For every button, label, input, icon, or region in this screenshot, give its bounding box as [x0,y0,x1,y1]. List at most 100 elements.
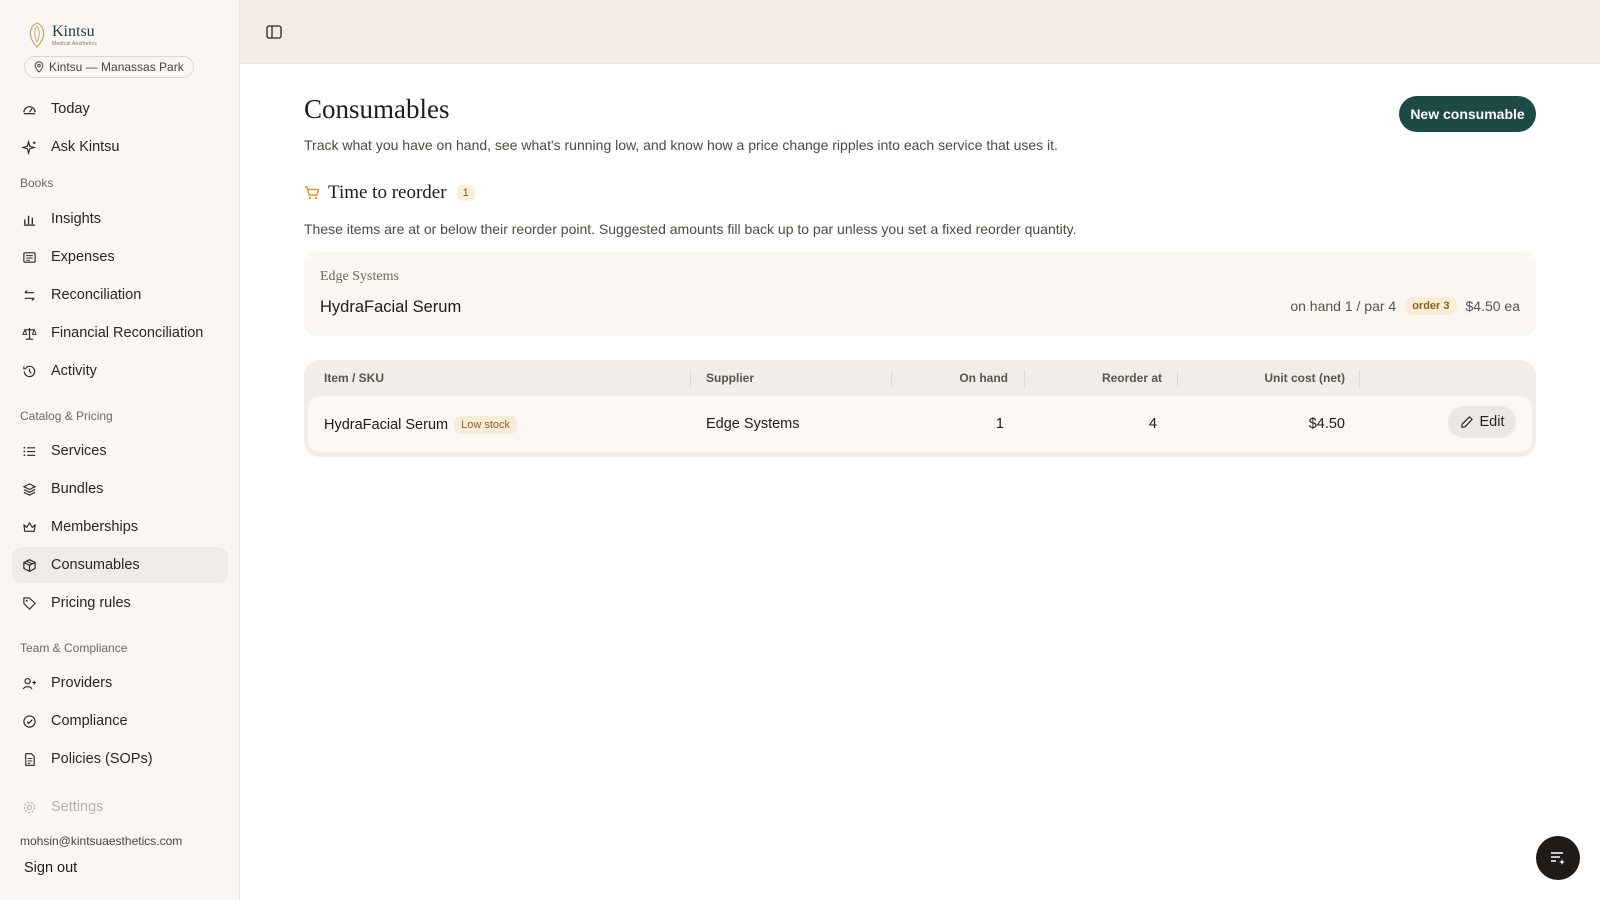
arrows-icon [24,289,35,301]
sidebar-item-label: Financial Reconciliation [51,325,204,341]
brand-name: Kintsu [52,22,95,40]
row-on-hand: 1 [995,416,1004,432]
reorder-card-item: HydraFacial Serum [320,298,462,316]
document-icon [25,752,35,766]
sidebar-item-pricing-rules[interactable]: Pricing rules [12,585,228,621]
sidebar-toggle-button[interactable] [264,22,284,42]
sidebar-item-label: Insights [51,211,101,227]
sparkle-icon [22,139,37,155]
column-header-reorder-at: Reorder at [1101,371,1162,385]
column-header-item: Item / SKU [324,371,385,385]
sidebar-item-today[interactable]: Today [12,91,228,127]
column-divider [891,370,892,388]
sidebar-item-reconciliation[interactable]: Reconciliation [12,277,228,313]
sidebar-item-consumables[interactable]: Consumables [12,547,228,583]
order-quantity-badge: order 3 [1405,297,1457,315]
assistant-fab-button[interactable] [1536,836,1580,880]
bar-chart-icon [23,215,36,226]
row-item-name: HydraFacial Serum [324,417,449,433]
sidebar: Kintsu Medical Aesthetics Kintsu — Manas… [0,0,240,900]
reorder-title: Time to reorder [328,182,447,203]
sidebar-item-label: Compliance [51,713,128,729]
sidebar-item-services[interactable]: Services [12,433,228,469]
sidebar-item-compliance[interactable]: Compliance [12,703,228,739]
sidebar-item-label: Providers [51,675,113,691]
sidebar-item-bundles[interactable]: Bundles [12,471,228,507]
column-header-supplier: Supplier [706,371,755,385]
table-row[interactable]: HydraFacial Serum Low stock Edge Systems … [308,396,1532,452]
sidebar-item-ask-kintsu[interactable]: Ask Kintsu [12,129,228,165]
reorder-description: These items are at or below their reorde… [304,221,1077,237]
brand-logo[interactable]: Kintsu Medical Aesthetics [26,20,97,50]
sidebar-item-label: Policies (SOPs) [51,751,153,767]
crown-icon [23,521,36,532]
sign-out-link[interactable]: Sign out [24,860,77,876]
sidebar-item-label: Reconciliation [51,287,142,303]
tag-icon [23,596,36,610]
location-label: Kintsu — Manassas Park [49,60,184,74]
pencil-icon [1460,416,1473,428]
low-stock-badge: Low stock [454,416,518,434]
row-item-cell: HydraFacial Serum Low stock [324,416,518,434]
sidebar-item-label: Expenses [51,249,115,265]
gear-icon [23,801,36,813]
scale-icon [22,327,37,340]
sidebar-item-activity[interactable]: Activity [12,353,228,389]
reorder-count-badge: 1 [456,185,475,201]
row-unit-cost: $4.50 [1308,416,1345,432]
sidebar-item-expenses[interactable]: Expenses [12,239,228,275]
list-icon [23,446,36,456]
column-divider [1359,370,1360,388]
reorder-card[interactable]: Edge Systems HydraFacial Serum on hand 1… [304,252,1536,336]
reorder-card-stock-info: on hand 1 / par 4 order 3 $4.50 ea [1290,297,1520,315]
consumables-table: Item / SKU Supplier On hand Reorder at U… [304,360,1536,457]
sidebar-item-label: Memberships [51,519,139,535]
new-consumable-button[interactable]: New consumable [1399,96,1536,132]
sidebar-item-insights[interactable]: Insights [12,201,228,237]
receipt-icon [23,251,36,263]
edit-button-label: Edit [1479,414,1505,430]
column-header-unit-cost: Unit cost (net) [1264,371,1345,385]
sidebar-item-label: Pricing rules [51,595,131,611]
reorder-card-supplier: Edge Systems [320,269,399,284]
sidebar-item-policies[interactable]: Policies (SOPs) [12,741,228,777]
sidebar-item-label: Bundles [51,481,104,497]
nav-section-books: Books [20,176,54,190]
sidebar-item-providers[interactable]: Providers [12,665,228,701]
brand-tagline: Medical Aesthetics [52,40,98,47]
map-pin-icon [34,61,44,73]
nav-section-team: Team & Compliance [20,641,128,655]
box-icon [23,558,36,572]
edit-button[interactable]: Edit [1448,406,1516,438]
sidebar-item-settings[interactable]: Settings [12,789,228,825]
sidebar-item-label: Today [51,101,90,117]
sidebar-item-label: Consumables [51,557,140,573]
row-reorder-at: 4 [1148,416,1157,432]
sidebar-item-memberships[interactable]: Memberships [12,509,228,545]
cart-icon [305,186,320,200]
sidebar-item-label: Services [51,443,107,459]
user-plus-icon [22,677,37,689]
reorder-card-unit-price: $4.50 ea [1465,298,1521,314]
sliders-sparkle-icon [1551,852,1565,865]
page-title: Consumables [304,94,450,124]
history-icon [23,365,36,377]
layers-icon [22,482,37,496]
sidebar-item-label: Ask Kintsu [51,139,120,155]
nav-section-catalog: Catalog & Pricing [20,409,113,423]
location-selector[interactable]: Kintsu — Manassas Park [24,56,194,78]
gauge-icon [23,105,36,114]
sidebar-toggle-icon [266,25,282,39]
reorder-header: Time to reorder 1 [304,182,475,204]
user-email: mohsin@kintsuaesthetics.com [20,834,183,848]
page-subtitle: Track what you have on hand, see what's … [304,137,1058,153]
column-divider [690,370,691,388]
row-supplier: Edge Systems [706,416,800,432]
column-header-on-hand: On hand [959,371,1008,385]
check-circle-icon [23,714,36,728]
sidebar-item-financial-reconciliation[interactable]: Financial Reconciliation [12,315,228,351]
column-divider [1177,370,1178,388]
top-bar [240,0,1600,64]
kintsu-logo-icon [29,22,45,48]
sidebar-item-label: Settings [51,799,104,815]
